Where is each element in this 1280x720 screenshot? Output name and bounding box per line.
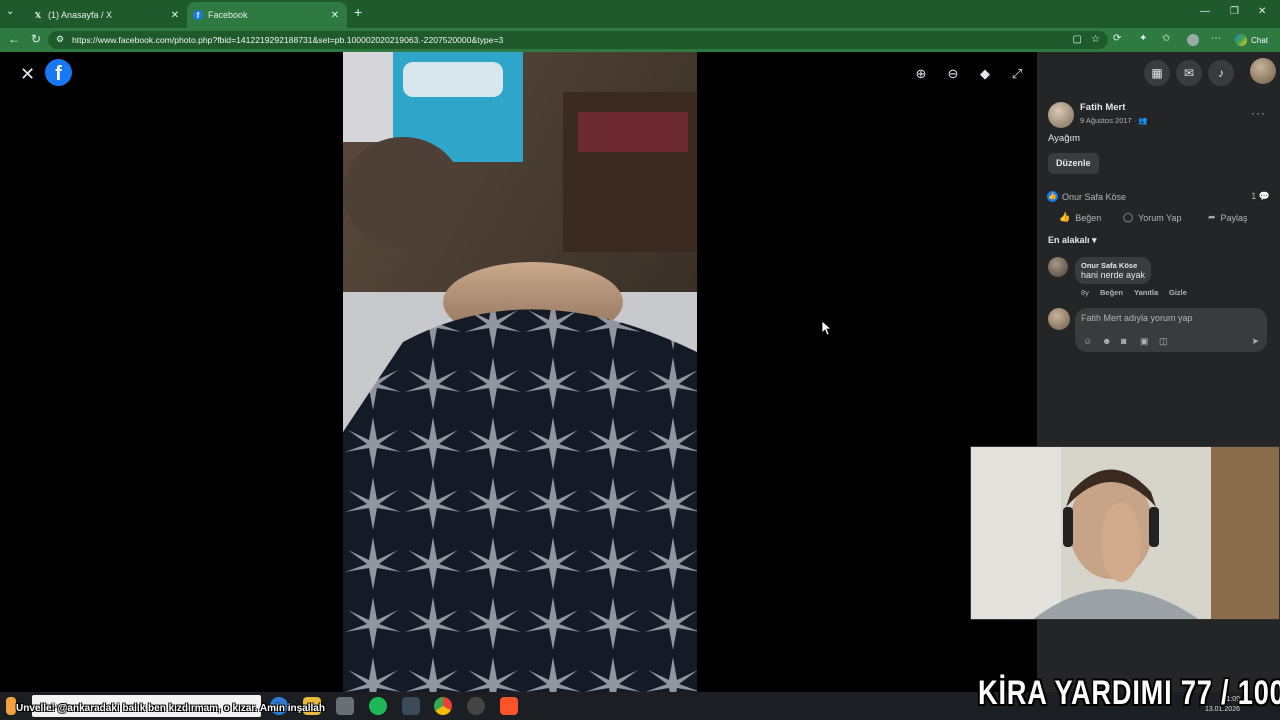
photo-viewer: ✕ f ⊕ ⊖ ◆ ⤢: [0, 52, 1037, 692]
friends-audience-icon[interactable]: 👥: [1138, 116, 1147, 125]
fullscreen-icon[interactable]: ⤢: [1007, 66, 1027, 82]
refresh-extension-icon[interactable]: ⟳: [1113, 33, 1121, 44]
author-name[interactable]: Fatih Mert: [1080, 102, 1125, 113]
comment-icon: ◯: [1123, 212, 1134, 222]
zoom-out-icon[interactable]: ⊖: [943, 66, 963, 82]
url-text: https://www.facebook.com/photo.php?fbid=…: [72, 35, 504, 45]
commenter-name[interactable]: Onur Safa Köse: [1081, 261, 1145, 270]
facebook-logo-icon: f: [193, 10, 203, 20]
comment-hide-button[interactable]: Gizle: [1169, 288, 1187, 297]
menu-dots-icon[interactable]: ⋯: [1211, 33, 1221, 44]
sticker-icon[interactable]: ◫: [1159, 336, 1168, 347]
comment-count-value: 1: [1251, 191, 1257, 201]
reload-icon[interactable]: ↻: [31, 32, 41, 46]
tag-icon[interactable]: ◆: [975, 66, 995, 82]
tab-x[interactable]: 𝕏 (1) Anasayfa / X ✕: [27, 2, 187, 28]
tab-list-icon[interactable]: ⌄: [6, 6, 14, 17]
webcam-overlay: [970, 446, 1280, 620]
chrome-icon[interactable]: [434, 697, 452, 715]
url-field[interactable]: ⚙ https://www.facebook.com/photo.php?fbi…: [48, 31, 1108, 49]
messenger-icon[interactable]: ✉: [1176, 60, 1202, 86]
copilot-chat-button[interactable]: Chat: [1229, 31, 1274, 49]
spotify-icon[interactable]: [369, 697, 387, 715]
comment-sort-dropdown[interactable]: En alakalı ▾: [1048, 235, 1097, 246]
webcam-image: [971, 447, 1279, 619]
author-avatar[interactable]: [1048, 102, 1074, 128]
post-caption: Ayağım: [1048, 133, 1081, 144]
share-label: Paylaş: [1220, 212, 1248, 223]
copilot-icon: [1235, 34, 1248, 46]
account-avatar[interactable]: [1250, 58, 1276, 84]
commenter-avatar[interactable]: [1048, 257, 1068, 277]
site-info-icon[interactable]: ⚙: [56, 34, 64, 45]
weather-icon[interactable]: [6, 697, 16, 715]
reader-mode-icon[interactable]: ▢: [1073, 34, 1082, 45]
close-tab-icon[interactable]: ✕: [171, 10, 179, 21]
brave-icon[interactable]: [500, 697, 518, 715]
stream-goal-counter: KİRA YARDIMI 77 / 100: [978, 674, 1280, 712]
comment-text: hani nerde ayak: [1081, 270, 1146, 280]
reaction-summary[interactable]: 👍 Onur Safa Köse: [1047, 191, 1126, 202]
share-button[interactable]: ➦ Paylaş: [1208, 212, 1248, 223]
sort-label: En alakalı: [1048, 235, 1090, 245]
restore-icon[interactable]: ❐: [1230, 6, 1239, 17]
like-button[interactable]: 👍 Beğen: [1059, 212, 1101, 223]
thumbs-up-icon: 👍: [1059, 212, 1071, 222]
back-icon[interactable]: ←: [8, 32, 20, 46]
zoom-in-icon[interactable]: ⊕: [911, 66, 931, 82]
comment-like-button[interactable]: Beğen: [1100, 288, 1123, 297]
minimize-icon[interactable]: —: [1200, 6, 1210, 17]
emoji-icon[interactable]: ☻: [1102, 336, 1111, 346]
comment-composer[interactable]: ☺ ☻ ◙ ▣ ◫ ➤: [1075, 308, 1267, 352]
mouse-cursor-icon: [822, 321, 832, 335]
comment-age[interactable]: 8y: [1081, 288, 1089, 297]
share-icon: ➦: [1208, 212, 1216, 222]
comment-label: Yorum Yap: [1138, 212, 1182, 223]
extensions-icon[interactable]: ✦: [1139, 33, 1147, 44]
composer-avatar: [1048, 308, 1070, 330]
calculator-icon[interactable]: [402, 697, 420, 715]
more-options-icon[interactable]: ···: [1251, 106, 1266, 120]
gif-icon[interactable]: ▣: [1140, 336, 1149, 347]
edit-button[interactable]: Düzenle: [1048, 153, 1099, 174]
post-date: 9 Ağustos 2017 · 👥: [1080, 116, 1148, 125]
reactor-name: Onur Safa Köse: [1062, 191, 1127, 202]
like-reaction-icon: 👍: [1047, 191, 1058, 202]
tab-label: Facebook: [208, 10, 248, 20]
comment-button[interactable]: ◯ Yorum Yap: [1123, 212, 1181, 223]
notifications-icon[interactable]: ♪: [1208, 60, 1234, 86]
facebook-logo-icon[interactable]: f: [45, 59, 72, 86]
comment-bubble-icon: 💬: [1258, 191, 1270, 201]
post-date-text: 9 Ağustos 2017 ·: [1080, 116, 1137, 125]
comment-input[interactable]: [1081, 313, 1261, 323]
obs-icon[interactable]: [467, 697, 485, 715]
like-label: Beğen: [1075, 212, 1102, 223]
profile-icon[interactable]: [1187, 34, 1199, 46]
close-icon[interactable]: ✕: [20, 64, 35, 85]
app-icon[interactable]: [336, 697, 354, 715]
camera-icon[interactable]: ◙: [1121, 336, 1126, 346]
new-tab-button[interactable]: +: [354, 4, 362, 20]
favorite-star-icon[interactable]: ☆: [1091, 34, 1100, 45]
favorites-icon[interactable]: ✩: [1162, 33, 1170, 44]
comment-count[interactable]: 1 💬: [1251, 191, 1270, 202]
comment-reply-button[interactable]: Yanıtla: [1134, 288, 1158, 297]
comment-bubble: Onur Safa Köse hani nerde ayak: [1075, 257, 1152, 284]
send-icon[interactable]: ➤: [1251, 336, 1259, 347]
stream-ticker: Unvelle: @ankaradaki balık ben kızdırmam…: [16, 703, 325, 714]
browser-tab-bar: ⌄ 𝕏 (1) Anasayfa / X ✕ f Facebook ✕ + — …: [0, 0, 1280, 28]
avatar-sticker-icon[interactable]: ☺: [1083, 336, 1092, 346]
close-tab-icon[interactable]: ✕: [331, 10, 339, 21]
chevron-down-icon: ▾: [1092, 235, 1097, 245]
post-photo[interactable]: [343, 52, 697, 692]
close-window-icon[interactable]: ✕: [1258, 6, 1266, 17]
tab-label: (1) Anasayfa / X: [48, 10, 113, 20]
chat-label: Chat: [1251, 35, 1268, 45]
tab-facebook[interactable]: f Facebook ✕: [187, 2, 347, 28]
address-bar-row: ← ↻ ⚙ https://www.facebook.com/photo.php…: [0, 28, 1280, 52]
x-logo-icon: 𝕏: [34, 10, 42, 20]
menu-grid-icon[interactable]: ▦: [1144, 60, 1170, 86]
